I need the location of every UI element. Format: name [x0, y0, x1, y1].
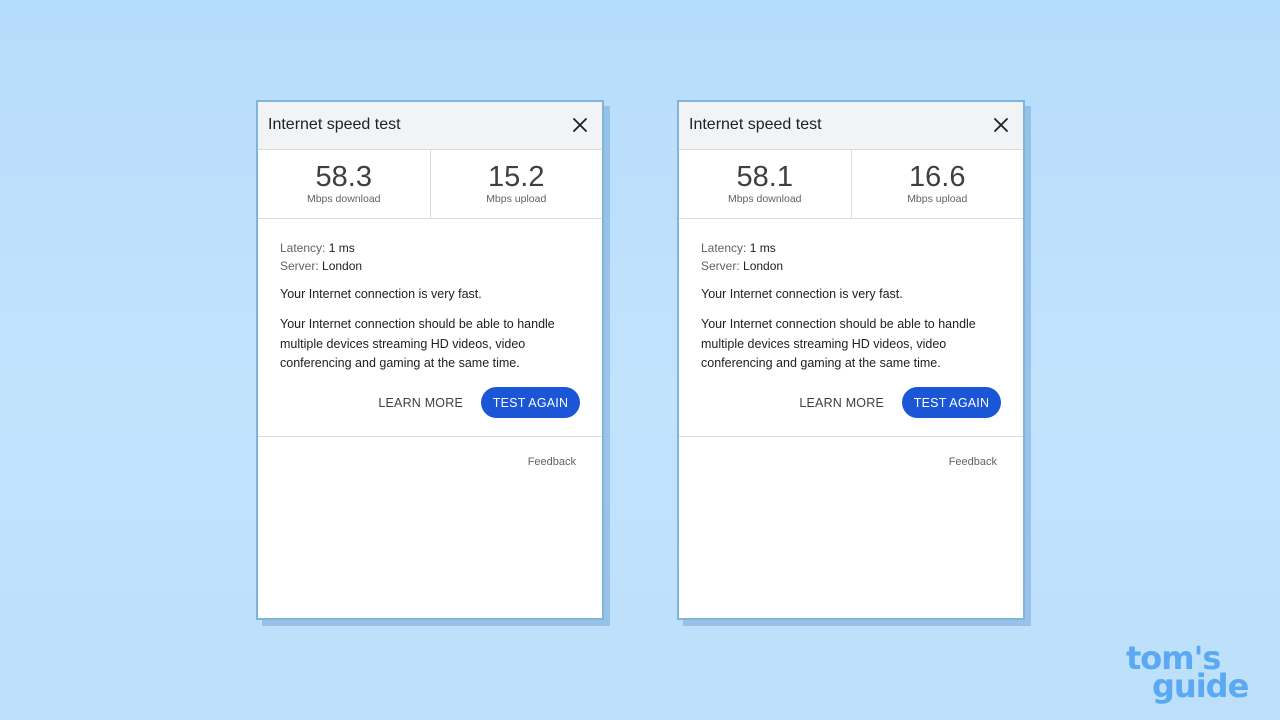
- details-section: Latency: 1 ms Server: London Your Intern…: [258, 219, 602, 437]
- close-button[interactable]: [989, 113, 1013, 137]
- latency-line: Latency: 1 ms: [701, 239, 1001, 257]
- close-button[interactable]: [568, 113, 592, 137]
- download-value: 58.1: [736, 161, 793, 193]
- card-title: Internet speed test: [689, 116, 822, 133]
- server-line: Server: London: [280, 257, 580, 275]
- actions: LEARN MORE TEST AGAIN: [799, 387, 1001, 418]
- feedback-link[interactable]: Feedback: [949, 456, 997, 468]
- latency-value: 1 ms: [328, 241, 355, 255]
- upload-value: 15.2: [488, 161, 545, 193]
- download-unit: Mbps download: [306, 193, 381, 205]
- card-header: Internet speed test: [679, 102, 1023, 150]
- speed-stats: 58.1 Mbps download 16.6 Mbps upload: [679, 150, 1023, 219]
- upload-value: 16.6: [909, 161, 966, 193]
- server-label: Server:: [280, 259, 319, 273]
- learn-more-button[interactable]: LEARN MORE: [378, 396, 463, 410]
- speed-description: Your Internet connection should be able …: [701, 317, 976, 370]
- download-unit: Mbps download: [727, 193, 802, 205]
- close-icon: [573, 118, 587, 132]
- speed-stats: 58.3 Mbps download 15.2 Mbps upload: [258, 150, 602, 219]
- server-value: London: [743, 259, 784, 273]
- logo-line-2: guide: [1152, 667, 1249, 705]
- toms-guide-logo: tom's guide: [1118, 640, 1258, 710]
- latency-line: Latency: 1 ms: [280, 239, 580, 257]
- download-stat: 58.3 Mbps download: [258, 150, 430, 218]
- download-value: 58.3: [315, 161, 372, 193]
- test-again-button[interactable]: TEST AGAIN: [481, 387, 580, 418]
- details-section: Latency: 1 ms Server: London Your Intern…: [679, 219, 1023, 437]
- upload-unit: Mbps upload: [907, 193, 968, 205]
- upload-stat: 16.6 Mbps upload: [850, 150, 1024, 218]
- test-again-button[interactable]: TEST AGAIN: [902, 387, 1001, 418]
- server-line: Server: London: [701, 257, 1001, 275]
- close-icon: [994, 118, 1008, 132]
- feedback-link[interactable]: Feedback: [528, 456, 576, 468]
- latency-label: Latency:: [280, 241, 326, 255]
- upload-stat: 15.2 Mbps upload: [429, 150, 603, 218]
- latency-label: Latency:: [701, 241, 747, 255]
- server-value: London: [322, 259, 363, 273]
- latency-value: 1 ms: [749, 241, 776, 255]
- speed-test-card-right: Internet speed test 58.1 Mbps download 1…: [677, 100, 1025, 620]
- download-stat: 58.1 Mbps download: [679, 150, 851, 218]
- card-header: Internet speed test: [258, 102, 602, 150]
- upload-unit: Mbps upload: [486, 193, 547, 205]
- speed-description: Your Internet connection should be able …: [280, 317, 555, 370]
- speed-summary: Your Internet connection is very fast.: [701, 287, 903, 301]
- learn-more-button[interactable]: LEARN MORE: [799, 396, 884, 410]
- card-title: Internet speed test: [268, 116, 401, 133]
- speed-summary: Your Internet connection is very fast.: [280, 287, 482, 301]
- actions: LEARN MORE TEST AGAIN: [378, 387, 580, 418]
- speed-test-card-left: Internet speed test 58.3 Mbps download 1…: [256, 100, 604, 620]
- server-label: Server:: [701, 259, 740, 273]
